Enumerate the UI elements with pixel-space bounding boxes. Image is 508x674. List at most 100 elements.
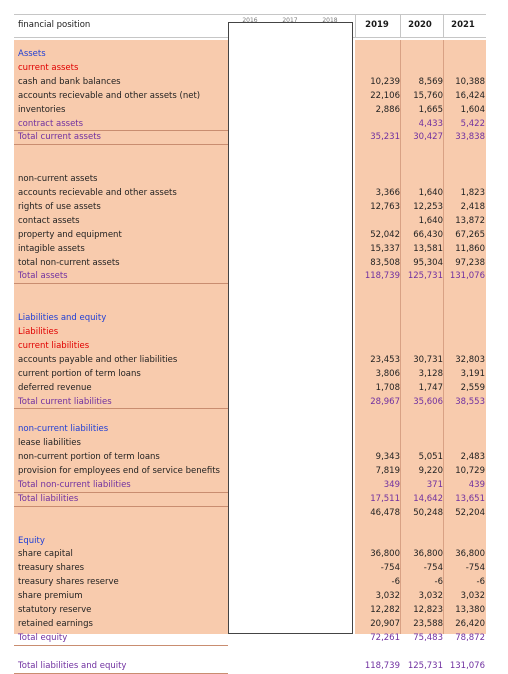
value-cell: 97,238: [455, 257, 485, 268]
row-label: Total current assets: [18, 132, 101, 143]
row-label: accounts recievable and other assets (ne…: [18, 90, 201, 101]
row-label: Total liabilities and equity: [18, 660, 127, 671]
value-cell: 11,860: [455, 243, 485, 254]
value-cell: 125,731: [407, 271, 443, 282]
value-cell: 13,581: [413, 243, 443, 254]
value-cell: 349: [383, 479, 400, 490]
value-cell: 131,076: [449, 271, 485, 282]
row-label: retained earnings: [18, 618, 93, 629]
value-cell: 118,739: [364, 660, 400, 671]
year-2021: 2021: [451, 20, 475, 30]
value-cell: 371: [426, 479, 443, 490]
value-cell: -754: [465, 563, 485, 574]
value-cell: 12,823: [413, 605, 443, 615]
row-label: deferred revenue: [18, 382, 92, 393]
value-cell: 52,204: [455, 507, 485, 518]
value-cell: 3,032: [418, 591, 443, 602]
value-cell: 10,239: [370, 76, 400, 87]
value-cell: 15,760: [413, 90, 443, 101]
value-cell: 46,478: [370, 507, 400, 518]
value-cell: -754: [423, 563, 443, 574]
row-label: non-current portion of term loans: [18, 452, 160, 463]
row-label: intagible assets: [18, 243, 85, 254]
value-cell: 3,191: [460, 368, 485, 379]
row-label: lease liabilities: [18, 438, 81, 449]
header-separator: [355, 15, 356, 37]
row-label: non-current liabilities: [18, 424, 109, 435]
row-label: share capital: [18, 549, 73, 560]
value-cell: 36,800: [370, 549, 400, 560]
value-cell: 118,739: [364, 271, 400, 282]
value-cell: 52,042: [370, 229, 400, 240]
value-cell: 33,838: [455, 132, 485, 143]
value-cell: 75,483: [413, 632, 443, 643]
value-cell: 83,508: [370, 257, 400, 268]
row-label: Total equity: [18, 632, 68, 643]
value-cell: 1,747: [418, 382, 443, 393]
value-cell: 26,420: [455, 618, 485, 629]
row-label: current portion of term loans: [18, 368, 141, 379]
value-cell: 3,032: [375, 591, 400, 602]
value-cell: 12,253: [413, 201, 443, 212]
value-cell: 14,642: [413, 493, 443, 504]
value-cell: 1,665: [418, 104, 443, 115]
value-cell: 5,422: [460, 118, 485, 129]
value-cell: 13,651: [455, 493, 485, 504]
value-cell: 9,343: [375, 452, 400, 463]
value-cell: 2,418: [460, 201, 485, 212]
value-cell: 3,366: [375, 188, 400, 198]
table-row: Total liabilities and equity 118,739 125,7…: [14, 660, 486, 674]
value-cell: 17,511: [370, 493, 400, 504]
value-cell: -754: [380, 563, 400, 574]
row-label: Total current liabilities: [18, 396, 112, 407]
row-label: rights of use assets: [18, 201, 101, 212]
value-cell: 28,967: [370, 396, 400, 407]
value-cell: 72,261: [370, 632, 400, 643]
row-label: Liabilities: [18, 327, 59, 337]
row-label: accounts payable and other liabilities: [18, 354, 178, 365]
value-cell: 125,731: [407, 660, 443, 671]
total-underline: [14, 672, 228, 674]
blank-cover-box: [228, 22, 353, 634]
row-label: Liabilities and equity: [18, 313, 107, 324]
year-2020: 2020: [408, 20, 432, 30]
value-cell: 67,265: [455, 229, 485, 240]
row-label: statutory reserve: [18, 605, 92, 615]
value-cell: 5,051: [418, 452, 443, 463]
value-cell: 13,380: [455, 605, 485, 615]
value-cell: -6: [391, 577, 400, 588]
value-cell: 439: [468, 479, 485, 490]
value-cell: 10,388: [455, 76, 485, 87]
row-label: total non-current assets: [18, 257, 120, 268]
value-cell: 95,304: [413, 257, 443, 268]
value-cell: 1,708: [375, 382, 400, 393]
value-cell: 23,588: [413, 618, 443, 629]
value-cell: 32,803: [455, 354, 485, 365]
value-cell: 7,819: [375, 466, 400, 476]
row-label: cash and bank balances: [18, 76, 121, 87]
value-cell: 78,872: [455, 632, 485, 643]
value-cell: 2,886: [375, 104, 400, 115]
value-cell: 30,731: [413, 354, 443, 365]
value-cell: 13,872: [455, 215, 485, 226]
row-label: current assets: [18, 62, 79, 73]
value-cell: 3,032: [460, 591, 485, 602]
row-label: treasury shares reserve: [18, 577, 119, 588]
value-cell: 1,640: [418, 215, 443, 226]
value-cell: 16,424: [455, 90, 485, 101]
value-cell: 15,337: [370, 243, 400, 254]
value-cell: 38,553: [455, 396, 485, 407]
value-cell: 2,559: [460, 382, 485, 393]
year-2019: 2019: [365, 20, 389, 30]
value-cell: 12,282: [370, 605, 400, 615]
value-cell: 35,231: [370, 132, 400, 143]
row-label: contract assets: [18, 118, 84, 129]
value-cell: 1,604: [460, 104, 485, 115]
value-cell: 12,763: [370, 201, 400, 212]
value-cell: -6: [476, 577, 485, 588]
row-label: accounts recievable and other assets: [18, 188, 177, 198]
value-cell: 4,433: [418, 118, 443, 129]
row-label: Total liabilities: [18, 493, 79, 504]
value-cell: 36,800: [455, 549, 485, 560]
value-cell: -6: [434, 577, 443, 588]
